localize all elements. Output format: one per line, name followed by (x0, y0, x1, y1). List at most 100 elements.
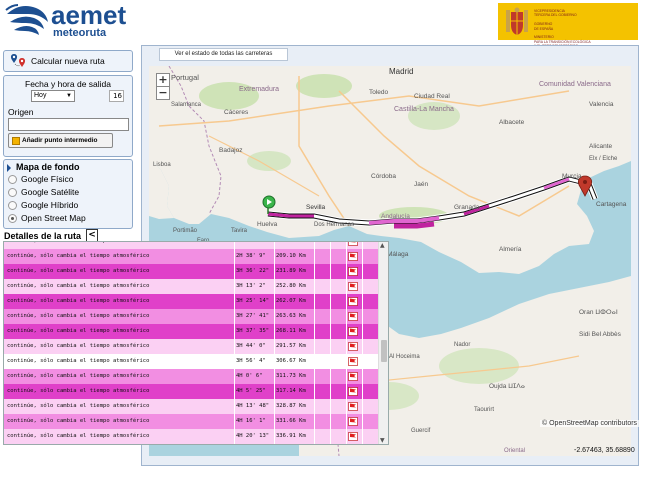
column-separator (234, 294, 235, 309)
weather-warning-flag-icon[interactable] (348, 402, 358, 411)
route-step-distance: 201.05 Km (276, 241, 306, 244)
route-step-distance: 252.80 Km (276, 283, 306, 289)
day-select-value: Hoy (34, 92, 47, 99)
column-separator (330, 279, 331, 294)
weather-warning-flag-icon[interactable] (348, 387, 358, 396)
column-separator (314, 414, 315, 429)
table-row[interactable]: continúe, sólo cambia el tiempo atmosfér… (4, 279, 378, 294)
basemap-panel: Mapa de fondo Google Físico Google Satél… (3, 159, 133, 229)
map-attribution[interactable]: © OpenStreetMap contributors (540, 420, 640, 427)
radio-button[interactable] (8, 188, 17, 197)
cursor-coordinates: -2.67463, 35.68890 (574, 447, 635, 454)
table-row[interactable]: continúe, sólo cambia el tiempo atmosfér… (4, 399, 378, 414)
column-separator (234, 339, 235, 354)
weather-warning-flag-icon[interactable] (348, 432, 358, 441)
column-separator (234, 369, 235, 384)
weather-warning-flag-icon[interactable] (348, 267, 358, 276)
weather-warning-flag-icon[interactable] (348, 327, 358, 336)
table-row[interactable]: continúe, sólo cambia el tiempo atmosfér… (4, 324, 378, 339)
route-step-distance: 311.73 Km (276, 373, 306, 379)
map-label: Sidi Bel Abbès (579, 331, 622, 338)
weather-warning-flag-icon[interactable] (348, 357, 358, 366)
map-label: Dos Hermanas (314, 222, 354, 228)
hour-input[interactable]: 16 (109, 90, 124, 102)
weather-warning-flag-icon[interactable] (348, 241, 358, 246)
tab-road-status[interactable]: Ver el estado de todas las carreteras (159, 48, 288, 61)
column-separator (234, 399, 235, 414)
table-row[interactable]: continúe, sólo cambia el tiempo atmosfér… (4, 339, 378, 354)
table-row[interactable]: continúe, sólo cambia el tiempo atmosfér… (4, 369, 378, 384)
weather-warning-flag-icon[interactable] (348, 252, 358, 261)
column-separator (234, 354, 235, 369)
zoom-out-button[interactable]: − (156, 86, 170, 100)
table-row[interactable]: continúe, sólo cambia el tiempo atmosfér… (4, 354, 378, 369)
zoom-in-button[interactable]: + (156, 73, 170, 87)
weather-warning-flag-icon[interactable] (348, 312, 358, 321)
radio-button-selected[interactable] (8, 214, 17, 223)
column-separator (330, 324, 331, 339)
route-step-distance: 268.11 Km (276, 328, 306, 334)
column-separator (274, 294, 275, 309)
route-segment[interactable] (394, 221, 435, 229)
weather-warning-flag-icon[interactable] (348, 282, 358, 291)
route-step-time: 3H 44' 0" (236, 343, 266, 349)
route-step-description: continúe, sólo cambia el tiempo atmosfér… (7, 358, 150, 364)
map-label: Huelva (257, 221, 278, 228)
table-row[interactable]: continúe, sólo cambia el tiempo atmosfér… (4, 241, 378, 249)
green-area (247, 151, 291, 171)
route-step-description: continúe, sólo cambia el tiempo atmosfér… (7, 298, 150, 304)
column-separator (234, 249, 235, 264)
radio-button[interactable] (8, 201, 17, 210)
route-step-time: 4H 5' 25" (236, 388, 266, 394)
scroll-up-icon[interactable]: ▲ (380, 242, 385, 249)
route-step-distance: 263.63 Km (276, 313, 306, 319)
map-label: Portimão (173, 228, 198, 234)
weather-warning-flag-icon[interactable] (348, 297, 358, 306)
aemet-logo[interactable]: aemet meteoruta (4, 0, 144, 42)
route-step-distance: 317.14 Km (276, 388, 306, 394)
column-separator (234, 414, 235, 429)
add-waypoint-button[interactable]: Añadir punto intermedio (8, 133, 113, 148)
column-separator (362, 414, 363, 429)
basemap-option-label: Open Street Map (21, 213, 86, 223)
weather-warning-flag-icon[interactable] (348, 372, 358, 381)
column-separator (234, 324, 235, 339)
day-select[interactable]: Hoy ▼ (31, 90, 75, 102)
table-row[interactable]: continúe, sólo cambia el tiempo atmosfér… (4, 429, 378, 444)
route-step-description: continúe, sólo cambia el tiempo atmosfér… (7, 343, 150, 349)
table-row[interactable]: continúe, sólo cambia el tiempo atmosfér… (4, 309, 378, 324)
radio-button[interactable] (8, 175, 17, 184)
route-step-time: 3H 25' 14" (236, 298, 270, 304)
table-row[interactable]: continúe, sólo cambia el tiempo atmosfér… (4, 264, 378, 279)
weather-warning-flag-icon[interactable] (348, 342, 358, 351)
table-row[interactable]: continúe, sólo cambia el tiempo atmosfér… (4, 414, 378, 429)
map-label: Jaén (414, 181, 428, 188)
table-row[interactable]: continúe, sólo cambia el tiempo atmosfér… (4, 249, 378, 264)
aemet-waves-icon (5, 4, 48, 35)
calculate-route-button[interactable]: Calcular nueva ruta (3, 50, 133, 72)
column-separator (330, 294, 331, 309)
route-form: Fecha y hora de salida Hoy ▼ 16 Origen A… (3, 75, 133, 157)
column-separator (274, 399, 275, 414)
government-text: VICEPRESIDENCIA TERCERA DEL GOBIERNO GOB… (534, 9, 591, 48)
column-separator (362, 369, 363, 384)
table-row[interactable]: continúe, sólo cambia el tiempo atmosfér… (4, 294, 378, 309)
route-step-distance: 209.10 Km (276, 253, 306, 259)
table-row[interactable]: continúe, sólo cambia el tiempo atmosfér… (4, 384, 378, 399)
route-step-distance: 331.66 Km (276, 418, 306, 424)
route-step-time: 4H 16' 1" (236, 418, 266, 424)
route-step-description: continúe, sólo cambia el tiempo atmosfér… (7, 328, 150, 334)
map-label: Elx / Elche (589, 156, 618, 162)
map-label: Portugal (171, 73, 199, 82)
scrollbar-thumb[interactable] (381, 340, 387, 362)
column-separator (314, 339, 315, 354)
weather-warning-flag-icon[interactable] (348, 417, 358, 426)
map-label: Castilla-La Mancha (394, 106, 454, 113)
green-area (439, 348, 519, 384)
map-label: Badajoz (219, 147, 243, 154)
origin-input[interactable] (8, 118, 129, 131)
table-scrollbar[interactable]: ▲ ▼ (378, 242, 388, 444)
scroll-down-icon[interactable]: ▼ (380, 437, 385, 444)
map-label: Valencia (589, 101, 614, 108)
route-step-time: 4H 0' 6" (236, 373, 263, 379)
